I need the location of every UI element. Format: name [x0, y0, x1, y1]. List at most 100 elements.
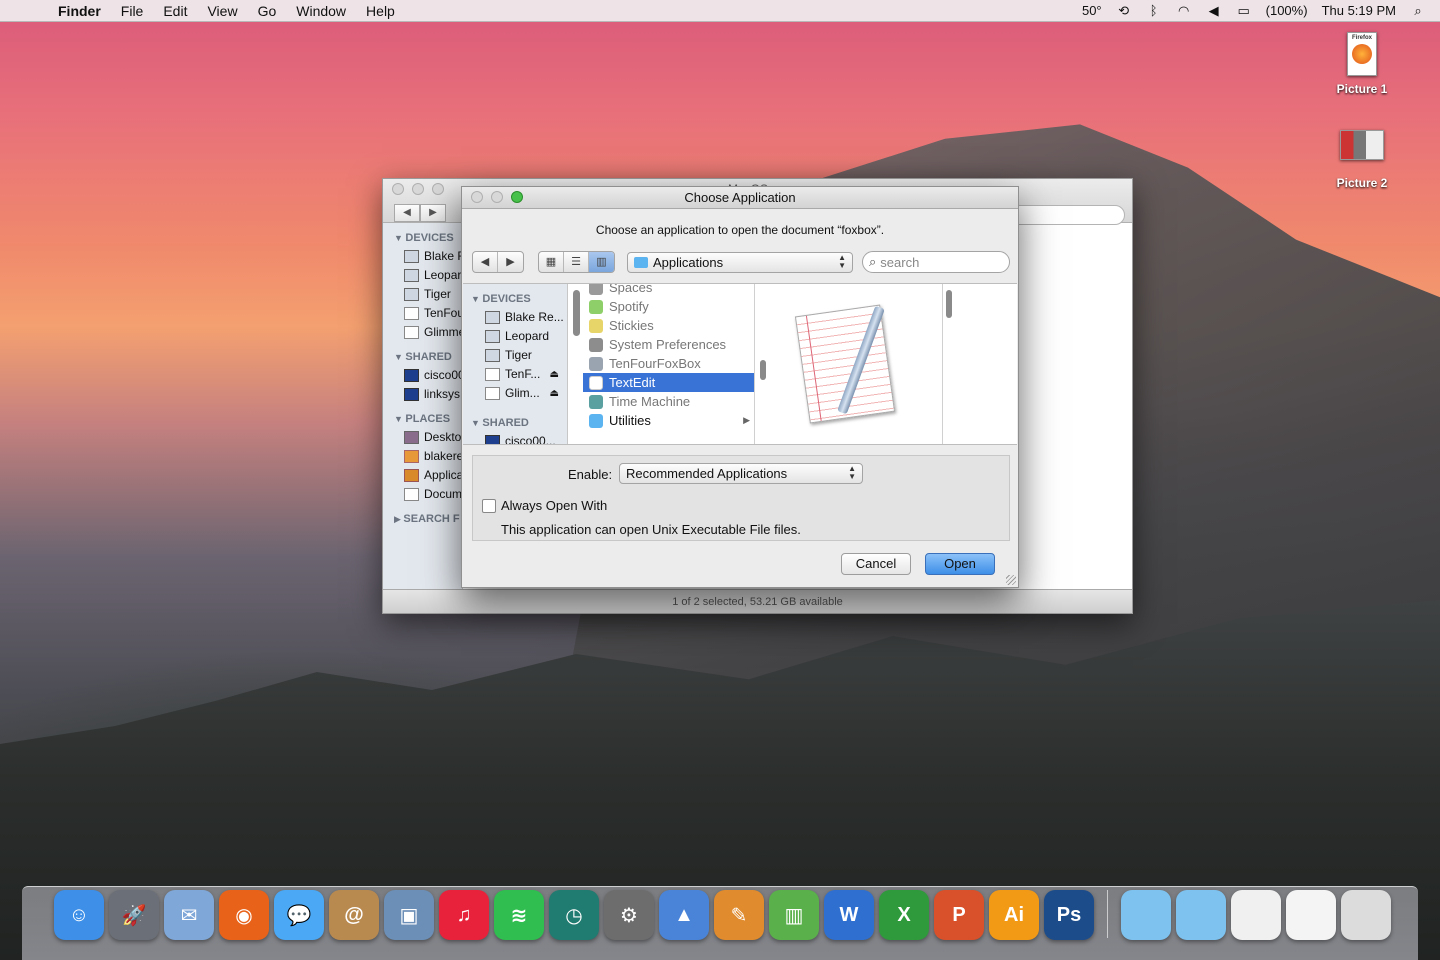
- resize-grip-icon[interactable]: [1006, 575, 1016, 585]
- dock-finder-icon[interactable]: ☺: [54, 890, 104, 940]
- sidebar-header-shared[interactable]: SHARED: [463, 403, 567, 432]
- battery-percent[interactable]: (100%): [1266, 3, 1308, 18]
- spotlight-search-icon[interactable]: ⌕: [1410, 3, 1426, 18]
- dock-keynote-icon[interactable]: ▲: [659, 890, 709, 940]
- app-list-item[interactable]: Spaces: [583, 284, 754, 297]
- clock[interactable]: Thu 5:19 PM: [1322, 3, 1396, 18]
- sidebar-scrollbar[interactable]: [573, 290, 580, 336]
- dock-illustrator-icon[interactable]: Ai: [989, 890, 1039, 940]
- dock-stack-1-icon[interactable]: [1231, 890, 1281, 940]
- dock-numbers-icon[interactable]: ▥: [769, 890, 819, 940]
- menu-view[interactable]: View: [197, 3, 247, 19]
- open-button[interactable]: Open: [925, 553, 995, 575]
- sidebar-item-device[interactable]: Tiger: [463, 346, 567, 365]
- forward-button[interactable]: ▶: [498, 252, 523, 272]
- dock-downloads-folder-icon[interactable]: [1176, 890, 1226, 940]
- close-button[interactable]: [392, 183, 404, 195]
- dock-documents-folder-icon[interactable]: [1121, 890, 1171, 940]
- sidebar-header-devices[interactable]: DEVICES: [383, 223, 462, 247]
- sidebar-item-device[interactable]: Leopar: [383, 266, 462, 285]
- sidebar-item-place[interactable]: Docum: [383, 485, 462, 504]
- menu-go[interactable]: Go: [248, 3, 287, 19]
- sidebar-item-place[interactable]: Deskto: [383, 428, 462, 447]
- app-list-item[interactable]: System Preferences: [583, 335, 754, 354]
- dock-itunes-icon[interactable]: ♫: [439, 890, 489, 940]
- checkbox-box[interactable]: [482, 498, 496, 513]
- sidebar-item-device[interactable]: Blake Re...: [463, 308, 567, 327]
- app-list-item[interactable]: Time Machine: [583, 392, 754, 411]
- minimize-button[interactable]: [491, 191, 503, 203]
- sidebar-item-device[interactable]: TenFou: [383, 304, 462, 323]
- back-button[interactable]: ◀: [394, 204, 420, 222]
- sidebar-item-device[interactable]: Glimme: [383, 323, 462, 342]
- dock-launchpad-icon[interactable]: 🚀: [109, 890, 159, 940]
- bluetooth-icon[interactable]: ᛒ: [1146, 3, 1162, 18]
- choose-application-dialog[interactable]: Choose Application Choose an application…: [461, 186, 1019, 588]
- dialog-titlebar[interactable]: Choose Application: [462, 187, 1018, 209]
- dock-powerpoint-icon[interactable]: P: [934, 890, 984, 940]
- preview-scrollbar[interactable]: [946, 290, 952, 318]
- dock-contacts-icon[interactable]: @: [329, 890, 379, 940]
- sidebar-item-device[interactable]: Glim... ⏏: [463, 384, 567, 403]
- dock-spotify-icon[interactable]: ≋: [494, 890, 544, 940]
- enable-popup[interactable]: Recommended Applications ▲ ▼: [619, 463, 863, 484]
- dock-pages-icon[interactable]: ✎: [714, 890, 764, 940]
- sidebar-header-search[interactable]: SEARCH F: [383, 504, 462, 528]
- location-popup[interactable]: Applications ▲ ▼: [627, 251, 853, 273]
- sidebar-item-device[interactable]: Leopard: [463, 327, 567, 346]
- column-view-icon[interactable]: ▥: [589, 252, 614, 272]
- sidebar-item-shared[interactable]: cisco00...: [463, 432, 567, 444]
- sidebar-item-device[interactable]: TenF... ⏏: [463, 365, 567, 384]
- sidebar-header-places[interactable]: PLACES: [383, 404, 462, 428]
- dock-system-preferences-icon[interactable]: ⚙: [604, 890, 654, 940]
- always-open-checkbox[interactable]: Always Open With: [482, 498, 607, 513]
- zoom-button[interactable]: [432, 183, 444, 195]
- menu-app-name[interactable]: Finder: [48, 3, 111, 19]
- dock-excel-icon[interactable]: X: [879, 890, 929, 940]
- sidebar-header-shared[interactable]: SHARED: [383, 342, 462, 366]
- menu-file[interactable]: File: [111, 3, 154, 19]
- dock-stack-2-icon[interactable]: [1286, 890, 1336, 940]
- dock-time-machine-icon[interactable]: ◷: [549, 890, 599, 940]
- app-list-item[interactable]: TextEdit: [583, 373, 754, 392]
- dock-firefox-icon[interactable]: ◉: [219, 890, 269, 940]
- zoom-button[interactable]: [511, 191, 523, 203]
- volume-icon[interactable]: ◀: [1206, 3, 1222, 18]
- forward-button[interactable]: ▶: [420, 204, 446, 222]
- icon-view-icon[interactable]: ▦: [539, 252, 564, 272]
- dock-messages-icon[interactable]: 💬: [274, 890, 324, 940]
- back-button[interactable]: ◀: [473, 252, 498, 272]
- app-list-item[interactable]: TenFourFoxBox: [583, 354, 754, 373]
- sidebar-item-shared[interactable]: linksys: [383, 385, 462, 404]
- sidebar-item-shared[interactable]: cisco00: [383, 366, 462, 385]
- app-list-item[interactable]: Utilities ▶: [583, 411, 754, 430]
- desktop-icon-picture-1[interactable]: Firefox Picture 1: [1317, 32, 1407, 96]
- dock-photoshop-icon[interactable]: Ps: [1044, 890, 1094, 940]
- dock-word-icon[interactable]: W: [824, 890, 874, 940]
- battery-icon[interactable]: ▭: [1236, 3, 1252, 18]
- sidebar-header-devices[interactable]: DEVICES: [463, 284, 567, 308]
- search-input[interactable]: ⌕ search: [862, 251, 1010, 273]
- app-list-item[interactable]: Spotify: [583, 297, 754, 316]
- wifi-icon[interactable]: ◠: [1176, 3, 1192, 18]
- sidebar-item-place[interactable]: Applica: [383, 466, 462, 485]
- eject-icon[interactable]: ⏏: [550, 369, 559, 380]
- temperature-widget[interactable]: 50°: [1082, 3, 1102, 18]
- menu-edit[interactable]: Edit: [153, 3, 197, 19]
- minimize-button[interactable]: [412, 183, 424, 195]
- dock-preview-icon[interactable]: ▣: [384, 890, 434, 940]
- dock-mail-icon[interactable]: ✉: [164, 890, 214, 940]
- sidebar-item-device[interactable]: Tiger: [383, 285, 462, 304]
- sidebar-item-device[interactable]: Blake R: [383, 247, 462, 266]
- time-machine-icon[interactable]: ⟲: [1116, 3, 1132, 18]
- menu-window[interactable]: Window: [286, 3, 356, 19]
- list-view-icon[interactable]: ☰: [564, 252, 589, 272]
- sidebar-item-place[interactable]: blakere: [383, 447, 462, 466]
- menu-help[interactable]: Help: [356, 3, 405, 19]
- dock-trash-icon[interactable]: [1341, 890, 1391, 940]
- cancel-button[interactable]: Cancel: [841, 553, 911, 575]
- column-scrollbar[interactable]: [760, 360, 766, 380]
- close-button[interactable]: [471, 191, 483, 203]
- eject-icon[interactable]: ⏏: [550, 388, 559, 399]
- app-list-item[interactable]: Stickies: [583, 316, 754, 335]
